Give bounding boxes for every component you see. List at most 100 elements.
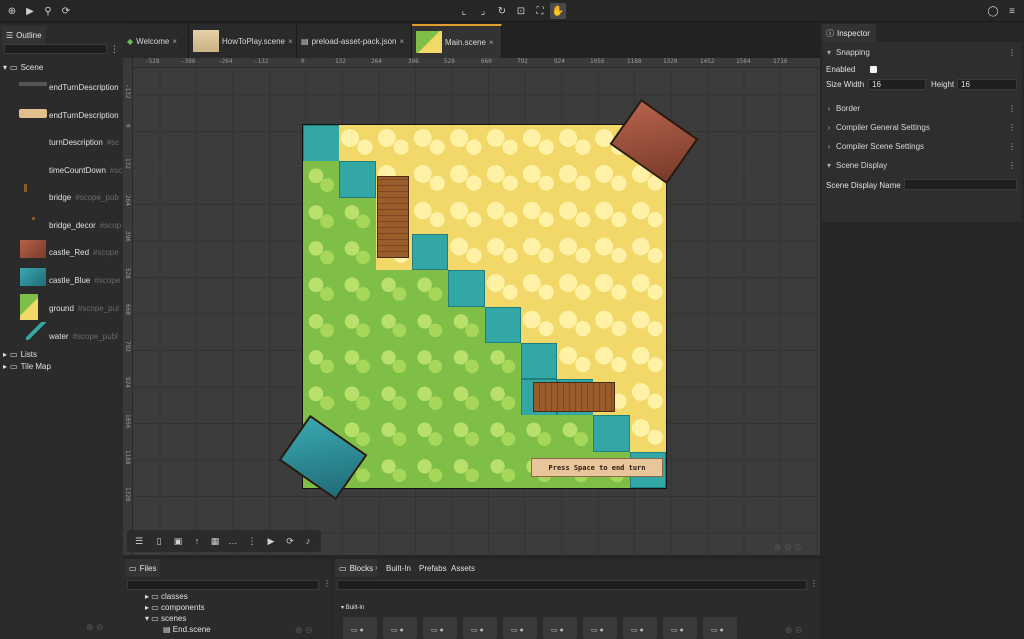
tree-scene[interactable]: ▾ ▭ Scene [3, 61, 43, 73]
sand-tile[interactable] [520, 125, 558, 162]
sand-tile[interactable] [520, 233, 558, 271]
water-tile[interactable] [339, 161, 376, 198]
sand-tile[interactable] [557, 125, 594, 162]
add-object-icon[interactable]: ⊕ [4, 3, 20, 19]
grass-tile[interactable] [448, 342, 485, 380]
grass-tile[interactable] [448, 415, 485, 452]
grass-tile[interactable] [484, 379, 521, 416]
sand-tile[interactable] [484, 161, 521, 198]
water-tile[interactable] [484, 306, 521, 343]
section-snapping[interactable]: ▾ Snapping ⋮ [822, 45, 1022, 60]
file-folder-classes[interactable]: ▸ ▭ classes [145, 592, 188, 601]
grass-tile[interactable] [339, 342, 376, 380]
sand-tile[interactable] [593, 342, 630, 380]
grass-tile[interactable] [339, 306, 376, 343]
outline-filter-input[interactable] [4, 44, 107, 54]
sand-tile[interactable] [557, 233, 594, 271]
grass-tile[interactable] [484, 342, 521, 380]
grass-tile[interactable] [375, 342, 413, 380]
chat-icon[interactable]: ◯ [985, 3, 1001, 19]
sand-tile[interactable] [520, 161, 558, 198]
tab-inspector[interactable]: ⓘ Inspector [822, 24, 876, 42]
tree-item-time-count-down[interactable]: timeCountDown #sc [49, 164, 122, 176]
grass-tile[interactable] [520, 415, 558, 452]
grass-tile[interactable] [303, 342, 340, 380]
scene-editor-canvas[interactable]: -528 -396 -264 -132 0 132 264 396 528 66… [123, 58, 820, 555]
tab-preload-asset-pack[interactable]: ▤ preload-asset-pack.json × [297, 24, 412, 58]
tab-howtoplay-scene[interactable]: HowToPlay.scene × [189, 24, 297, 58]
height-input[interactable]: 16 [957, 79, 1017, 90]
close-icon[interactable]: × [489, 38, 494, 47]
grass-tile[interactable] [411, 342, 449, 380]
grass-tile[interactable] [303, 379, 340, 416]
sand-tile[interactable] [339, 125, 376, 162]
end-turn-description[interactable]: Press Space to end turn [531, 458, 663, 477]
block-item[interactable] [503, 617, 537, 639]
grass-tile[interactable] [339, 197, 376, 235]
sand-tile[interactable] [629, 270, 667, 307]
size-width-input[interactable]: 16 [868, 79, 926, 90]
water-tile[interactable] [520, 342, 558, 380]
rotate-tool-icon[interactable]: ↻ [494, 3, 510, 19]
tree-item-water[interactable]: water #scope_publ [49, 330, 118, 342]
scene-display-name-input[interactable] [904, 179, 1017, 190]
zoom-controls-icon[interactable]: ⊕ ⊖ ⊙ [774, 542, 802, 553]
sand-tile[interactable] [593, 161, 630, 198]
tab-blocks[interactable]: ▭ Blocks [335, 559, 378, 577]
grass-tile[interactable] [557, 415, 594, 452]
more-vertical-icon[interactable]: ⋮ [245, 534, 259, 548]
more-vertical-icon[interactable]: ⋮ [1008, 123, 1016, 132]
sand-tile[interactable] [484, 270, 521, 307]
block-item[interactable] [623, 617, 657, 639]
block-item[interactable] [703, 617, 737, 639]
bridge-vertical[interactable] [377, 176, 409, 258]
sand-tile[interactable] [375, 125, 413, 162]
sand-tile[interactable] [448, 233, 485, 271]
grass-tile[interactable] [303, 270, 340, 307]
audio-icon[interactable]: ♪ [301, 534, 315, 548]
tab-outline[interactable]: ☰ Outline [2, 26, 46, 44]
arrow-up-icon[interactable]: ↑ [190, 534, 204, 548]
sand-tile[interactable] [448, 161, 485, 198]
sand-tile[interactable] [593, 270, 630, 307]
files-filter-input[interactable] [127, 580, 319, 590]
water-tile[interactable] [593, 415, 630, 452]
close-icon[interactable]: × [172, 37, 177, 46]
grass-tile[interactable] [303, 197, 340, 235]
sand-tile[interactable] [593, 197, 630, 235]
grass-tile[interactable] [375, 270, 413, 307]
sand-tile[interactable] [411, 197, 449, 235]
grass-tile[interactable] [448, 306, 485, 343]
grass-tile[interactable] [375, 306, 413, 343]
sand-tile[interactable] [484, 125, 521, 162]
sand-tile[interactable] [557, 306, 594, 343]
tab-files[interactable]: ▭ Files [125, 559, 161, 577]
grass-tile[interactable] [375, 379, 413, 416]
grass-tile[interactable] [411, 306, 449, 343]
block-item[interactable] [383, 617, 417, 639]
grass-tile[interactable] [411, 451, 449, 489]
zoom-controls-icon[interactable]: ⊕ ⊖ [295, 625, 313, 636]
grass-tile[interactable] [303, 161, 340, 198]
breadcrumb-built-in[interactable]: Built-In [386, 564, 411, 573]
sand-tile[interactable] [557, 161, 594, 198]
block-item[interactable] [423, 617, 457, 639]
sand-tile[interactable] [520, 197, 558, 235]
tree-folder-lists[interactable]: ▸ ▭ Lists [3, 348, 37, 360]
grass-tile[interactable] [411, 415, 449, 452]
hand-tool-icon[interactable]: ✋ [550, 3, 566, 19]
sand-tile[interactable] [484, 197, 521, 235]
water-tile[interactable] [303, 125, 340, 162]
tree-item-castle-blue[interactable]: castle_Blue #scope [49, 274, 120, 286]
file-folder-scenes[interactable]: ▾ ▭ scenes [145, 614, 186, 623]
outline-menu-icon[interactable]: ⋮ [110, 44, 119, 55]
sand-tile[interactable] [557, 197, 594, 235]
tree-item-castle-red[interactable]: castle_Red #scope [49, 246, 119, 258]
origin-tool-icon[interactable]: ⊡ [513, 3, 529, 19]
sand-tile[interactable] [411, 161, 449, 198]
settings-icon[interactable]: ⟳ [58, 3, 74, 19]
menu-icon[interactable]: ≡ [1004, 3, 1020, 19]
more-vertical-icon[interactable]: ⋮ [1008, 48, 1016, 57]
sand-tile[interactable] [629, 379, 667, 416]
grass-tile[interactable] [339, 233, 376, 271]
